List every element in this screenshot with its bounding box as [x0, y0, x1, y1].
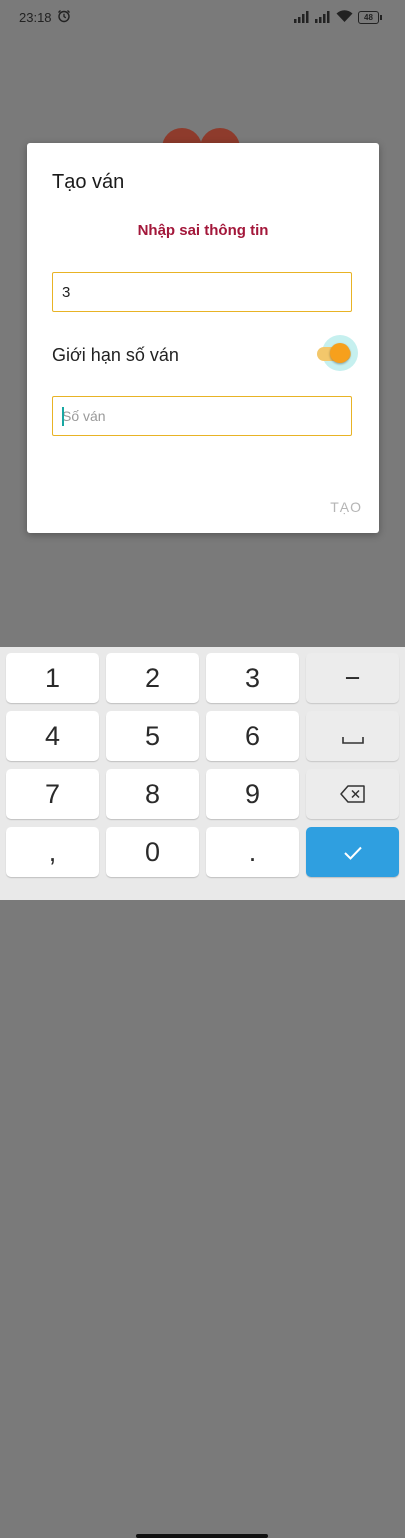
- key-7[interactable]: 7: [6, 769, 99, 819]
- key-done[interactable]: [306, 827, 399, 877]
- status-time: 23:18: [19, 10, 52, 25]
- checkmark-icon: [343, 837, 363, 868]
- key-8[interactable]: 8: [106, 769, 199, 819]
- game-count-field[interactable]: [52, 396, 352, 436]
- limit-games-toggle[interactable]: [311, 335, 358, 375]
- key-5[interactable]: 5: [106, 711, 199, 761]
- key-0[interactable]: 0: [106, 827, 199, 877]
- text-cursor: [62, 407, 64, 426]
- signal-icon: [315, 11, 331, 26]
- limit-games-label: Giới hạn số ván: [52, 345, 179, 365]
- key-backspace[interactable]: [306, 769, 399, 819]
- toggle-thumb: [330, 343, 350, 363]
- key-dot[interactable]: .: [206, 827, 299, 877]
- create-button[interactable]: TẠO: [330, 499, 362, 515]
- first-input[interactable]: [53, 273, 351, 311]
- gesture-navigation-bar[interactable]: [136, 1534, 268, 1538]
- key-6[interactable]: 6: [206, 711, 299, 761]
- battery-icon: 48: [358, 11, 382, 24]
- key-9[interactable]: 9: [206, 769, 299, 819]
- create-game-dialog: Tạo ván Nhập sai thông tin Giới hạn số v…: [27, 143, 379, 533]
- status-bar: 23:18 48: [0, 0, 405, 36]
- error-message: Nhập sai thông tin: [137, 222, 269, 239]
- key-2[interactable]: 2: [106, 653, 199, 703]
- backspace-icon: [339, 779, 366, 810]
- key-3[interactable]: 3: [206, 653, 299, 703]
- first-input-field[interactable]: [52, 272, 352, 312]
- wifi-icon: [336, 9, 353, 26]
- numeric-keyboard: 1 2 3 − 4 5 6 7 8 9 , 0 .: [0, 647, 405, 1538]
- key-comma[interactable]: ,: [6, 827, 99, 877]
- key-4[interactable]: 4: [6, 711, 99, 761]
- signal-icon: [294, 11, 310, 26]
- space-icon: [341, 721, 364, 752]
- key-space[interactable]: [306, 711, 399, 761]
- dialog-title: Tạo ván: [52, 171, 125, 193]
- key-1[interactable]: 1: [6, 653, 99, 703]
- alarm-icon: [57, 9, 71, 26]
- game-count-input[interactable]: [53, 397, 351, 435]
- key-minus[interactable]: −: [306, 653, 399, 703]
